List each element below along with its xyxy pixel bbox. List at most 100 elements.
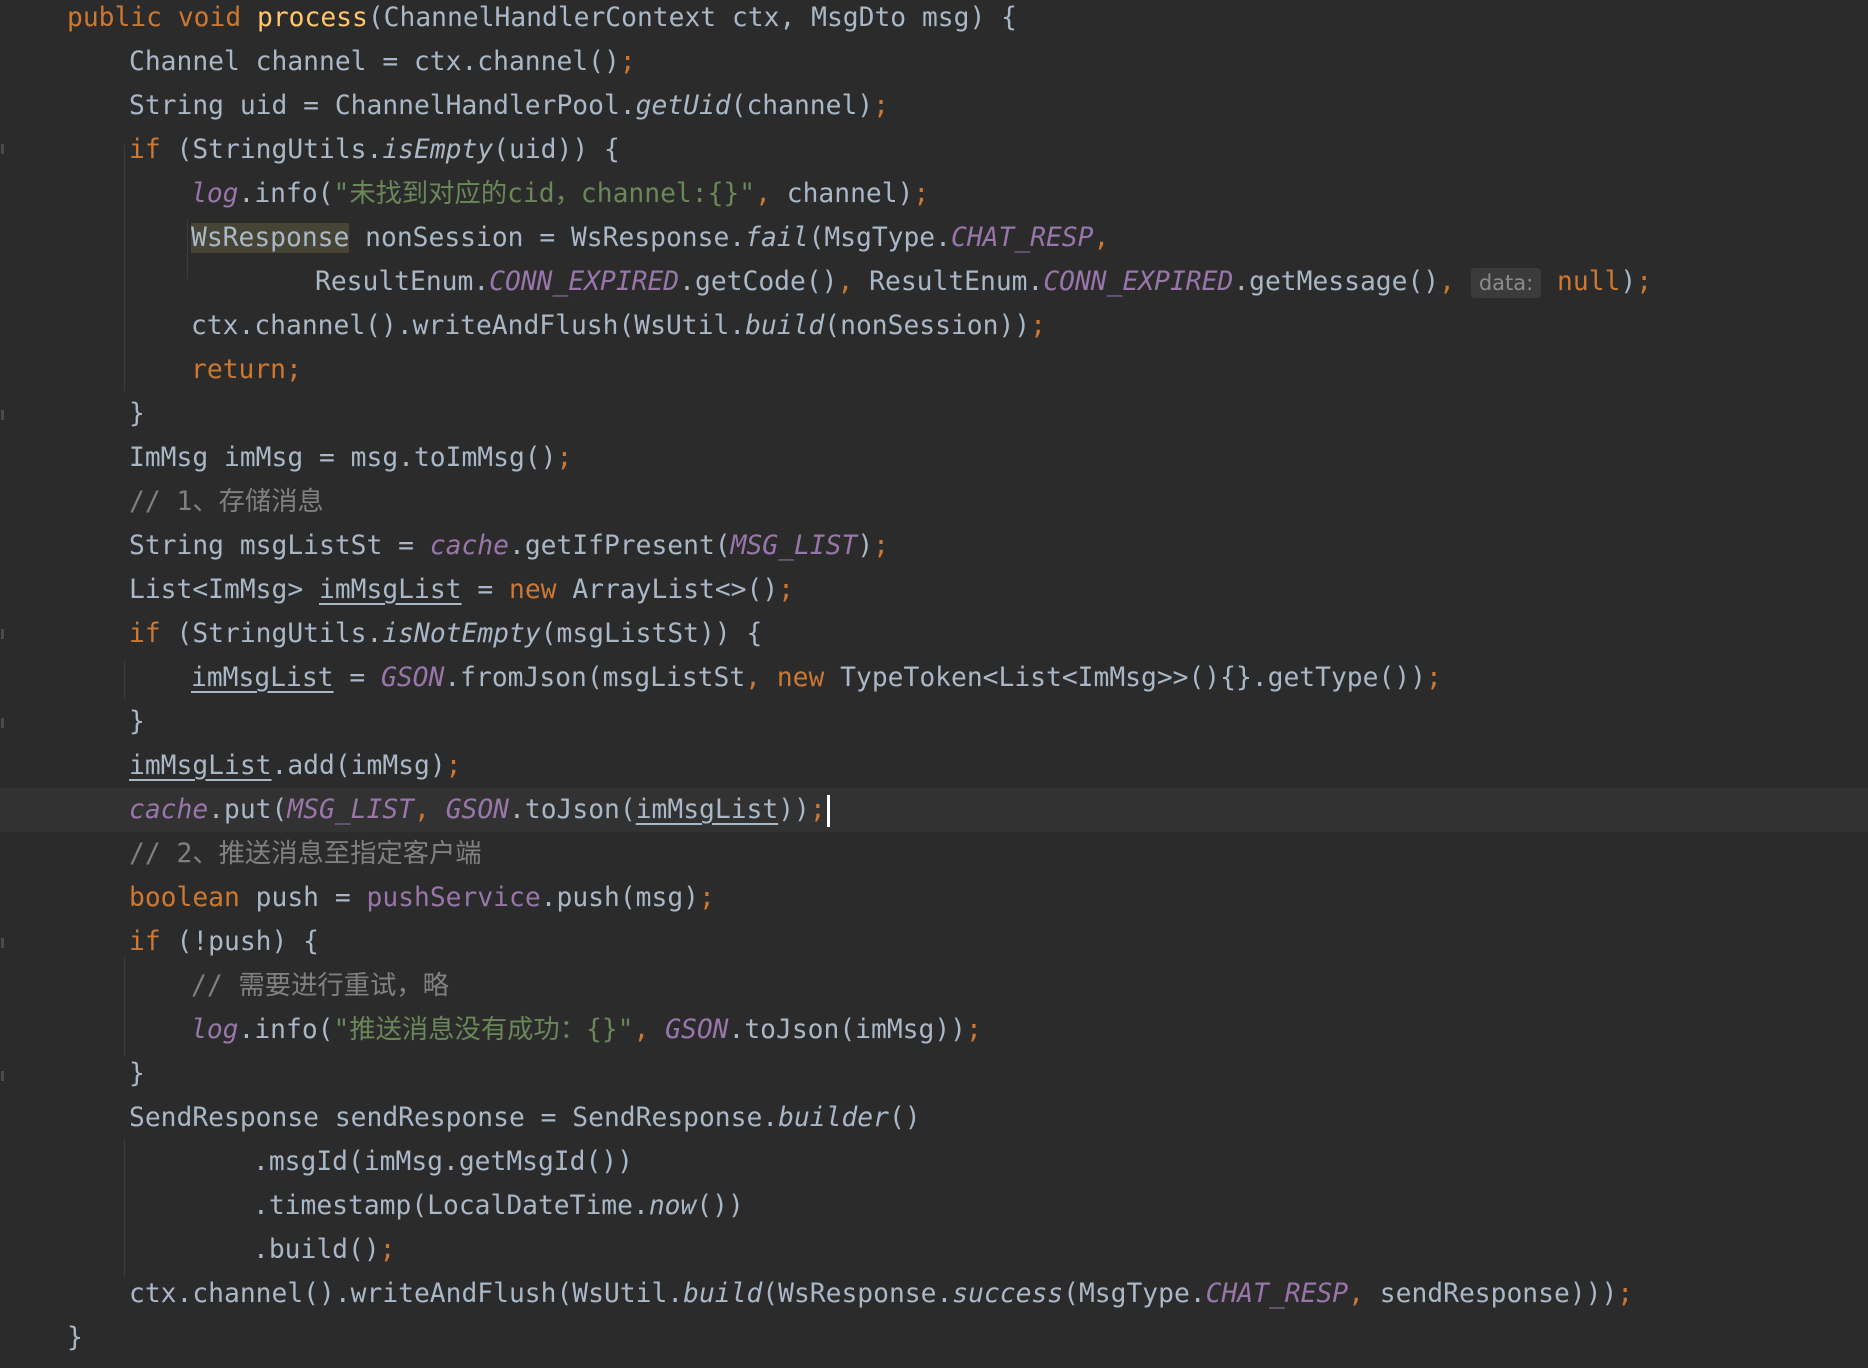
code-token: success xyxy=(952,1279,1064,1309)
code-token: imMsgList xyxy=(635,795,779,825)
code-line[interactable]: List<ImMsg> imMsgList = new ArrayList<>(… xyxy=(0,568,1868,612)
code-line[interactable]: return; xyxy=(0,348,1868,392)
code-token: if xyxy=(129,927,177,957)
code-line[interactable]: WsResponse nonSession = WsResponse.fail(… xyxy=(0,216,1868,260)
code-line[interactable]: // 1、存储消息 xyxy=(0,480,1868,524)
method-name: process xyxy=(257,3,368,33)
code-line[interactable]: String msgListSt = cache.getIfPresent(MS… xyxy=(0,524,1868,568)
code-token: if xyxy=(129,135,177,165)
code-token: if xyxy=(129,619,177,649)
code-token: .fromJson(msgListSt xyxy=(444,663,746,693)
code-line[interactable]: .build(); xyxy=(0,1228,1868,1272)
code-line[interactable]: boolean push = pushService.push(msg); xyxy=(0,876,1868,920)
code-token: ; xyxy=(445,751,462,781)
code-line[interactable]: log.info("推送消息没有成功：{}", GSON.toJson(imMs… xyxy=(0,1008,1868,1052)
code-token: .getIfPresent( xyxy=(508,531,731,561)
code-token: ; xyxy=(619,47,636,77)
code-token: ; xyxy=(379,1235,396,1265)
code-token: ImMsg imMsg = msg.toImMsg() xyxy=(129,443,557,473)
code-token: cache xyxy=(429,531,509,561)
code-token: ctx.channel().writeAndFlush(WsUtil. xyxy=(191,311,746,341)
code-token: CHAT_RESP xyxy=(950,223,1094,253)
code-token: Channel channel = ctx.channel() xyxy=(129,47,620,77)
code-token: MSG_LIST xyxy=(730,531,858,561)
code-token: GSON xyxy=(381,663,445,693)
code-token: , xyxy=(1093,223,1110,253)
code-line[interactable]: SendResponse sendResponse = SendResponse… xyxy=(0,1096,1868,1140)
code-token: GSON xyxy=(445,795,510,825)
code-line[interactable]: if (!push) { xyxy=(0,920,1868,964)
code-line[interactable]: ImMsg imMsg = msg.toImMsg(); xyxy=(0,436,1868,480)
code-token: ; xyxy=(1617,1279,1634,1309)
code-token: CONN_EXPIRED xyxy=(1043,267,1234,297)
code-token: ; xyxy=(913,179,930,209)
code-token: sendResponse))) xyxy=(1379,1279,1618,1309)
code-token: ; xyxy=(1425,663,1442,693)
code-token: )) xyxy=(778,795,810,825)
code-token: CHAT_RESP xyxy=(1205,1279,1349,1309)
code-line[interactable]: imMsgList = GSON.fromJson(msgListSt, new… xyxy=(0,656,1868,700)
code-token: () xyxy=(888,1103,921,1133)
code-token: .toJson(imMsg)) xyxy=(728,1015,966,1045)
code-line[interactable]: public void process(ChannelHandlerContex… xyxy=(0,0,1868,40)
code-token: , xyxy=(1439,267,1471,297)
code-line[interactable]: String uid = ChannelHandlerPool.getUid(c… xyxy=(0,84,1868,128)
code-token: log xyxy=(191,1015,239,1045)
code-line[interactable]: log.info("未找到对应的cid，channel:{}", channel… xyxy=(0,172,1868,216)
code-token: (channel) xyxy=(730,91,874,121)
code-token: (!push) { xyxy=(176,927,320,957)
code-token: pushService xyxy=(366,883,541,913)
code-line[interactable]: } xyxy=(0,1316,1868,1360)
code-line[interactable]: } xyxy=(0,392,1868,436)
code-token: boolean xyxy=(129,883,256,913)
code-token: build xyxy=(745,311,825,341)
code-token: return; xyxy=(191,355,302,385)
code-line[interactable]: .timestamp(LocalDateTime.now()) xyxy=(0,1184,1868,1228)
code-token: ; xyxy=(966,1015,982,1045)
code-token: imMsgList xyxy=(129,751,272,781)
usage-highlight: WsResponse xyxy=(191,223,350,253)
code-token: getUid xyxy=(635,91,731,121)
code-line[interactable]: Channel channel = ctx.channel(); xyxy=(0,40,1868,84)
code-editor[interactable]: public void process(ChannelHandlerContex… xyxy=(0,0,1868,1368)
code-token: (msgListSt)) { xyxy=(540,619,763,649)
code-token: .info( xyxy=(238,179,334,209)
code-token: .getCode() xyxy=(679,267,838,297)
code-token: GSON xyxy=(665,1015,729,1045)
code-token: , xyxy=(1348,1279,1380,1309)
code-line[interactable]: ResultEnum.CONN_EXPIRED.getCode(), Resul… xyxy=(0,260,1868,304)
code-token: isNotEmpty xyxy=(382,619,541,649)
code-token: .build() xyxy=(253,1235,380,1265)
code-token: build xyxy=(683,1279,763,1309)
code-token: ; xyxy=(809,795,826,825)
code-line[interactable]: if (StringUtils.isNotEmpty(msgListSt)) { xyxy=(0,612,1868,656)
current-code-line[interactable]: cache.put(MSG_LIST, GSON.toJson(imMsgLis… xyxy=(0,788,1868,832)
code-comment: // 1、存储消息 xyxy=(129,487,324,517)
code-token: (ChannelHandlerContext ctx, MsgDto msg) … xyxy=(367,3,1017,33)
code-line[interactable]: // 需要进行重试，略 xyxy=(0,964,1868,1008)
string-literal: "推送消息没有成功：{}" xyxy=(333,1015,634,1045)
code-token: , xyxy=(837,267,870,297)
code-token: isEmpty xyxy=(382,135,494,165)
code-line[interactable]: imMsgList.add(imMsg); xyxy=(0,744,1868,788)
code-token: .put( xyxy=(208,795,288,825)
code-token: ; xyxy=(1636,267,1653,297)
code-line[interactable]: // 2、推送消息至指定客户端 xyxy=(0,832,1868,876)
string-literal: "未找到对应的cid，channel:{}" xyxy=(333,179,756,209)
code-token: = xyxy=(461,575,509,605)
code-comment: // 2、推送消息至指定客户端 xyxy=(129,839,482,869)
code-token: nonSession = WsResponse. xyxy=(349,223,746,253)
code-token: (WsResponse. xyxy=(762,1279,953,1309)
code-line[interactable]: } xyxy=(0,700,1868,744)
code-line[interactable]: .msgId(imMsg.getMsgId()) xyxy=(0,1140,1868,1184)
code-line[interactable]: ctx.channel().writeAndFlush(WsUtil.build… xyxy=(0,1272,1868,1316)
code-line[interactable]: ctx.channel().writeAndFlush(WsUtil.build… xyxy=(0,304,1868,348)
code-token: new xyxy=(776,663,841,693)
code-token: SendResponse sendResponse = SendResponse… xyxy=(129,1103,779,1133)
code-token: .push(msg) xyxy=(540,883,699,913)
code-line[interactable]: if (StringUtils.isEmpty(uid)) { xyxy=(0,128,1868,172)
code-token: public void xyxy=(67,3,257,33)
code-token: builder xyxy=(778,1103,889,1133)
code-token: ; xyxy=(698,883,715,913)
code-line[interactable]: } xyxy=(0,1052,1868,1096)
